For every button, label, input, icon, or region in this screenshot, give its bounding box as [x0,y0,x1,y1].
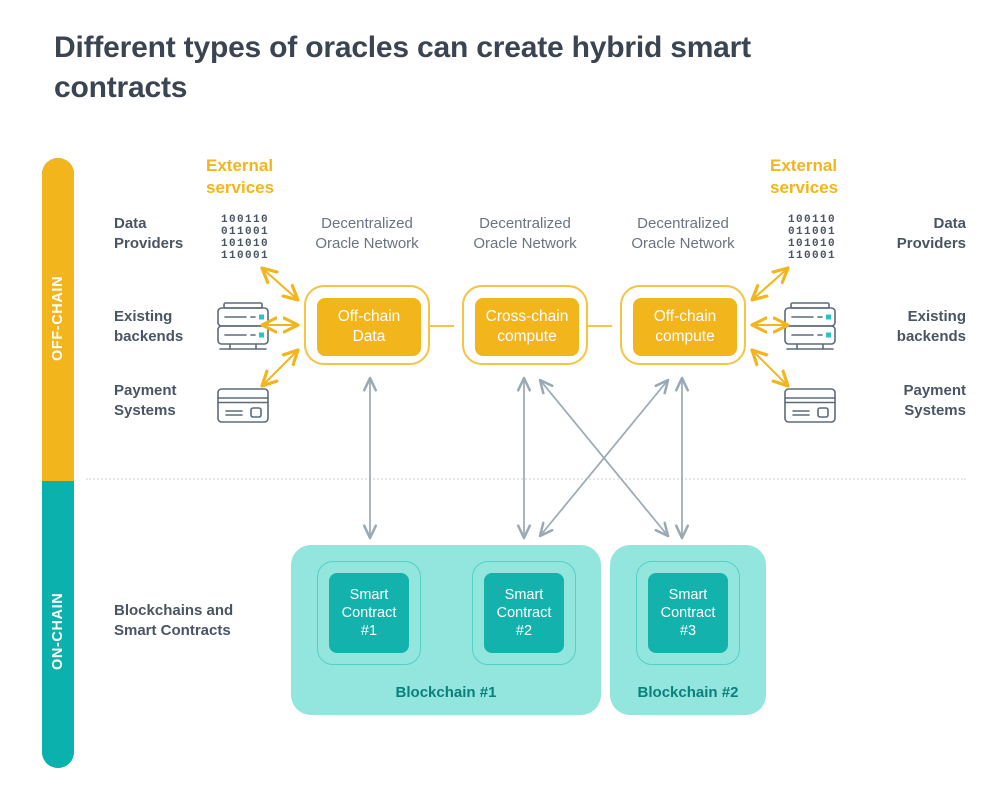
external-services-heading-right: External services [770,156,839,198]
smart-contract-outline-3: Smart Contract #3 [636,561,740,665]
right-label-existing-backends: Existing backends [896,308,966,346]
blockchain-name-2: Blockchain #2 [637,684,739,701]
rail-onchain-label: ON-CHAIN [50,592,66,670]
arrow-data-providers-right [752,268,788,300]
don-caption-1: Decentralized Oracle Network [315,215,419,253]
oracle-network-label-2: Cross-chain compute [475,298,579,356]
binary-data-icon-right: 100110 011001 101010 110001 [788,214,836,262]
server-icon-left [217,302,269,350]
external-services-heading-left: External services [206,156,275,198]
oracle-network-label-1: Off-chain Data [317,298,421,356]
rail-offchain-label: OFF-CHAIN [50,275,66,361]
smart-contract-2[interactable]: Smart Contract #2 [484,573,564,653]
binary-data-icon-left: 100110 011001 101010 110001 [221,214,269,262]
server-icon-right [784,302,836,350]
oracle-network-box-3[interactable]: Off-chain compute [620,285,746,365]
onchain-section-label: Blockchains and Smart Contracts [114,602,234,640]
svg-text:011001: 011001 [221,226,269,238]
don-connector-2-3 [588,325,612,327]
credit-card-icon-left [217,388,269,423]
svg-text:100110: 100110 [788,214,836,226]
blockchain-container-1[interactable]: Smart Contract #1 Smart Contract #2 Blockcha… [291,545,601,715]
oracle-network-box-1[interactable]: Off-chain Data [304,285,430,365]
don-caption-3: Decentralized Oracle Network [631,215,735,253]
smart-contract-3[interactable]: Smart Contract #3 [648,573,728,653]
left-label-existing-backends: Existing backends [114,308,184,346]
don-caption-2: Decentralized Oracle Network [473,215,577,253]
svg-text:110001: 110001 [221,250,269,262]
credit-card-icon-right [784,388,836,423]
diagram-canvas: Different types of oracles can create hy… [0,0,1000,800]
svg-text:011001: 011001 [788,226,836,238]
don-connector-1-2 [430,325,454,327]
arrow-payment-systems-left [262,350,298,386]
right-label-data-providers: Data Providers [896,215,966,253]
smart-contract-outline-1: Smart Contract #1 [317,561,421,665]
left-label-payment-systems: Payment Systems [114,382,177,420]
offchain-onchain-divider [86,478,966,480]
page-title: Different types of oracles can create hy… [54,31,751,104]
section-rail: OFF-CHAIN ON-CHAIN [42,158,74,768]
svg-text:101010: 101010 [221,238,269,250]
smart-contract-1[interactable]: Smart Contract #1 [329,573,409,653]
left-label-data-providers: Data Providers [114,215,184,253]
svg-text:100110: 100110 [221,214,269,226]
oracle-network-label-3: Off-chain compute [633,298,737,356]
right-label-payment-systems: Payment Systems [903,382,966,420]
rail-onchain: ON-CHAIN [42,481,74,768]
blockchain-container-2[interactable]: Smart Contract #3 Blockchain #2 [610,545,766,715]
arrow-data-providers-left [262,268,298,300]
smart-contract-outline-2: Smart Contract #2 [472,561,576,665]
blockchain-name-1: Blockchain #1 [395,684,497,701]
rail-offchain: OFF-CHAIN [42,158,74,481]
oracle-network-box-2[interactable]: Cross-chain compute [462,285,588,365]
arrow-don2-to-contract3 [538,378,670,538]
arrow-payment-systems-right [752,350,788,386]
svg-text:110001: 110001 [788,250,836,262]
svg-text:101010: 101010 [788,238,836,250]
arrow-don3-to-contract2 [538,378,670,538]
